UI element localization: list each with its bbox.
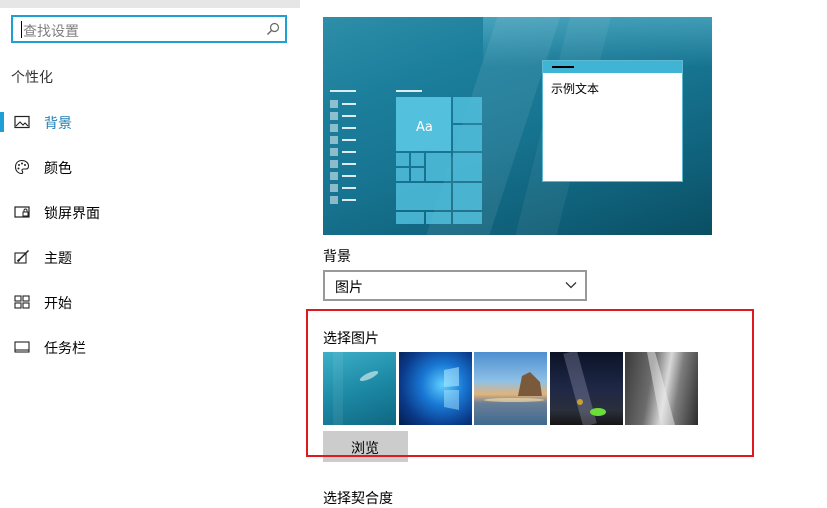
preview-tiles bbox=[396, 97, 484, 225]
preview-tile-text: Aa bbox=[416, 120, 433, 135]
sample-text: 示例文本 bbox=[551, 82, 600, 96]
search-input[interactable]: 查找设置 bbox=[11, 15, 287, 43]
lock-screen-icon bbox=[14, 206, 30, 218]
text-caret bbox=[21, 21, 22, 38]
active-indicator bbox=[0, 112, 4, 132]
section-title: 个性化 bbox=[11, 70, 53, 86]
highlight-annotation-box bbox=[306, 309, 754, 457]
title-bar-strip bbox=[0, 0, 300, 8]
dropdown-value: 图片 bbox=[335, 280, 363, 296]
sidebar-item-background[interactable]: 背景 bbox=[0, 102, 300, 142]
choose-fit-label: 选择契合度 bbox=[323, 491, 393, 507]
sidebar-item-start[interactable]: 开始 bbox=[0, 282, 300, 322]
search-placeholder: 查找设置 bbox=[23, 24, 79, 40]
palette-icon bbox=[14, 159, 30, 175]
theme-brush-icon bbox=[14, 250, 29, 264]
preview-sample-window: 示例文本 bbox=[542, 60, 683, 182]
picture-icon bbox=[14, 115, 30, 129]
sidebar-item-taskbar[interactable]: 任务栏 bbox=[0, 327, 300, 367]
sidebar-item-label: 任务栏 bbox=[44, 341, 86, 357]
sidebar-item-themes[interactable]: 主题 bbox=[0, 237, 300, 277]
background-type-dropdown[interactable]: 图片 bbox=[323, 270, 587, 301]
chevron-down-icon bbox=[565, 282, 577, 289]
sidebar-item-label: 颜色 bbox=[44, 161, 72, 177]
background-label: 背景 bbox=[323, 249, 351, 265]
sidebar-item-label: 锁屏界面 bbox=[44, 206, 100, 222]
sidebar-item-lock-screen[interactable]: 锁屏界面 bbox=[0, 192, 300, 232]
sidebar-item-label: 背景 bbox=[44, 116, 72, 132]
sidebar-item-colors[interactable]: 颜色 bbox=[0, 147, 300, 187]
sidebar-item-label: 开始 bbox=[44, 296, 72, 312]
settings-sidebar: 查找设置 个性化 背景 颜色 锁屏界面 主题 开始 任务栏 bbox=[0, 0, 300, 500]
start-grid-icon bbox=[14, 295, 30, 309]
search-icon[interactable] bbox=[266, 22, 280, 36]
sidebar-item-label: 主题 bbox=[44, 251, 72, 267]
taskbar-icon bbox=[14, 341, 30, 353]
background-preview: Aa 示例文本 bbox=[323, 17, 712, 235]
